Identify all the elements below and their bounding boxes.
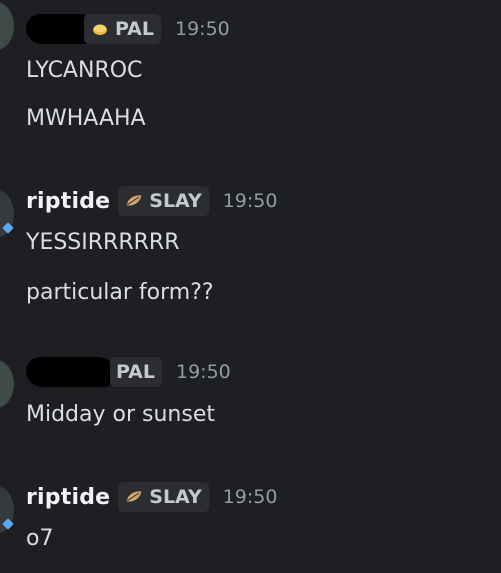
- avatar[interactable]: [0, 190, 14, 238]
- user-tag[interactable]: PAL: [84, 14, 161, 44]
- avatar[interactable]: [0, 360, 14, 408]
- message-text: YESSIRRRRRR: [26, 230, 180, 255]
- message-text: o7: [26, 526, 54, 551]
- user-tag[interactable]: SLAY: [118, 482, 209, 512]
- timestamp[interactable]: 19:50: [223, 486, 278, 508]
- avatar[interactable]: [0, 486, 14, 534]
- message-text: MWHAAHA: [26, 106, 146, 131]
- leaf-icon: [125, 490, 143, 503]
- tag-label: SLAY: [149, 190, 202, 212]
- gold-coin-icon: [93, 24, 107, 35]
- nitro-gem-icon: [2, 518, 14, 530]
- tag-label: SLAY: [149, 486, 202, 508]
- tag-label: PAL: [116, 361, 155, 383]
- tag-label: PAL: [115, 18, 154, 40]
- leaf-icon: [125, 194, 143, 207]
- message-header: riptide SLAY 19:50: [26, 184, 277, 218]
- message-header: PAL 19:50: [26, 12, 230, 46]
- message-text: Midday or sunset: [26, 402, 215, 427]
- avatar[interactable]: [0, 2, 14, 50]
- nitro-gem-icon: [2, 222, 14, 234]
- message-header: PAL 19:50: [26, 355, 231, 389]
- message-text: particular form??: [26, 280, 214, 305]
- message-header: riptide SLAY 19:50: [26, 480, 277, 514]
- redacted-username: [26, 357, 116, 387]
- user-tag[interactable]: SLAY: [118, 186, 209, 216]
- timestamp[interactable]: 19:50: [176, 361, 231, 383]
- username[interactable]: riptide: [26, 189, 110, 214]
- timestamp[interactable]: 19:50: [223, 190, 278, 212]
- message-text: LYCANROC: [26, 58, 143, 83]
- user-tag[interactable]: PAL: [110, 357, 162, 387]
- timestamp[interactable]: 19:50: [175, 18, 230, 40]
- username[interactable]: riptide: [26, 485, 110, 510]
